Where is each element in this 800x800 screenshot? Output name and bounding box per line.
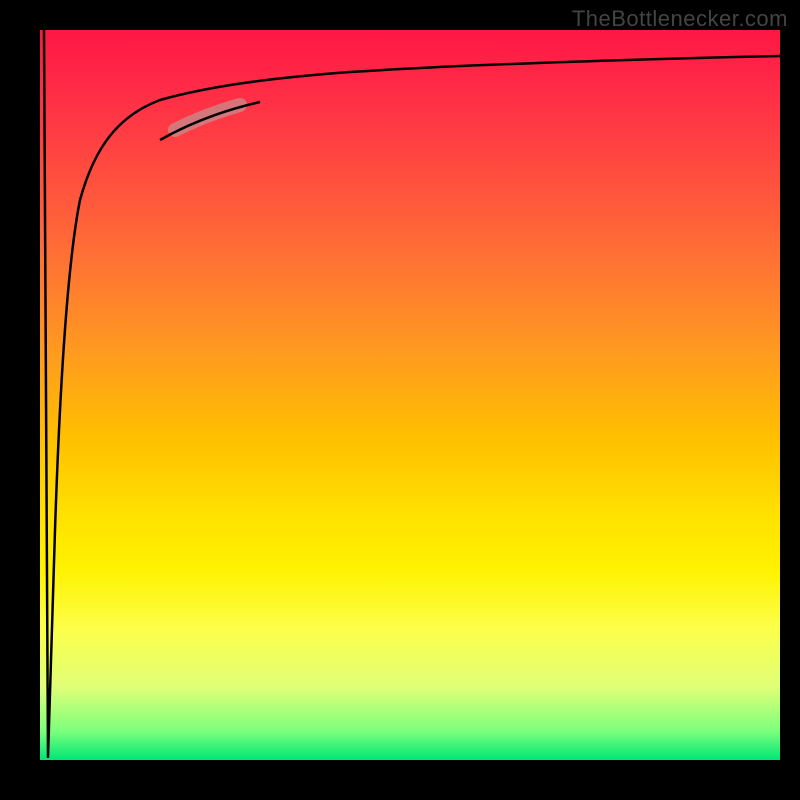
chart-svg — [40, 30, 780, 760]
watermark-text: TheBottlenecker.com — [572, 6, 788, 32]
bottleneck-curve — [44, 30, 780, 758]
y-axis-margin — [0, 0, 40, 800]
x-axis-margin — [0, 760, 800, 800]
